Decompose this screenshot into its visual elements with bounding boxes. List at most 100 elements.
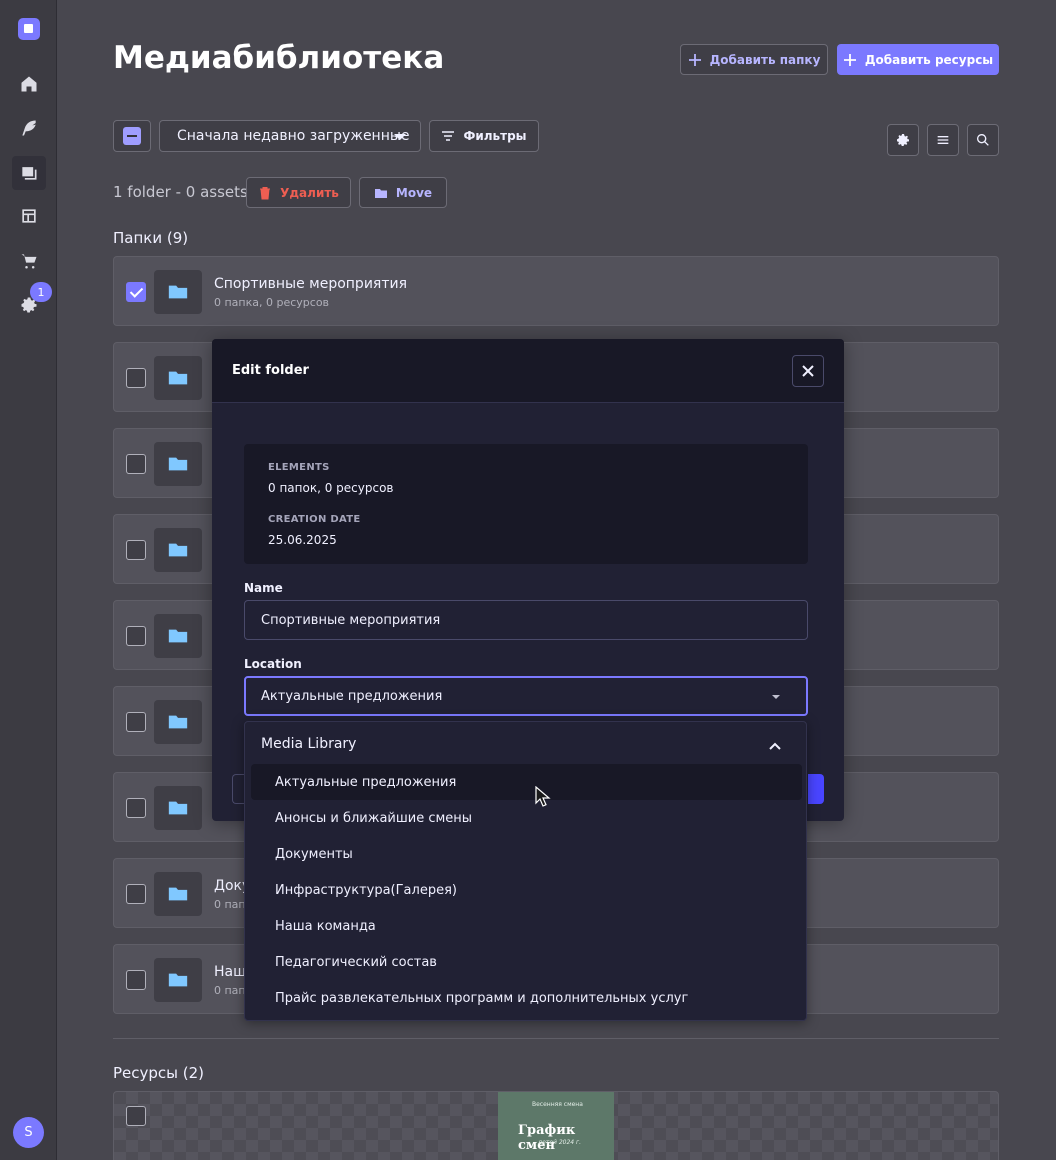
search-button[interactable]	[967, 124, 999, 156]
folder-checkbox[interactable]	[126, 626, 146, 646]
trash-icon	[260, 186, 271, 199]
list-icon	[937, 136, 949, 144]
asset-thumbnail[interactable]: Весенняя смена График смен детей 2024 г.	[498, 1092, 614, 1160]
dropdown-option[interactable]: Инфраструктура(Галерея)	[251, 872, 802, 908]
folders-section-title: Папки (9)	[113, 229, 189, 247]
delete-button[interactable]: Удалить	[246, 177, 351, 208]
sort-select[interactable]: Сначала недавно загруженные	[159, 120, 421, 152]
folder-thumbnail	[154, 442, 202, 486]
dropdown-option[interactable]: Педагогический состав	[251, 944, 802, 980]
user-avatar[interactable]: S	[13, 1117, 44, 1148]
chevron-up-icon[interactable]	[768, 738, 782, 752]
folder-icon	[374, 188, 387, 198]
home-icon[interactable]	[12, 67, 46, 101]
folder-thumbnail	[154, 700, 202, 744]
dropdown-option[interactable]: Актуальные предложения	[251, 764, 802, 800]
folder-row[interactable]: Спортивные мероприятия 0 папка, 0 ресурсо…	[113, 256, 999, 326]
caret-down-icon	[772, 695, 780, 699]
sidebar: 1 S	[0, 0, 57, 1160]
dropdown-option[interactable]: Документы	[251, 836, 802, 872]
media-library-icon[interactable]	[12, 156, 46, 190]
select-all-checkbox[interactable]	[113, 120, 151, 152]
folder-icon	[167, 883, 189, 905]
save-button[interactable]	[808, 774, 824, 804]
move-label: Move	[395, 185, 433, 200]
folder-thumbnail	[154, 356, 202, 400]
folder-thumbnail	[154, 872, 202, 916]
folder-checkbox[interactable]	[126, 282, 146, 302]
cart-icon[interactable]	[12, 244, 46, 278]
folder-icon	[167, 969, 189, 991]
location-field-label: Location	[244, 657, 302, 671]
folder-icon	[167, 711, 189, 733]
folder-icon	[167, 625, 189, 647]
app-logo[interactable]	[18, 18, 40, 40]
notification-badge: 1	[30, 282, 52, 302]
add-folder-button[interactable]: Добавить папку	[680, 44, 828, 75]
creation-date-value: 25.06.2025	[268, 533, 337, 547]
search-icon	[977, 134, 989, 146]
dialog-title: Edit folder	[232, 363, 309, 378]
mouse-cursor-icon	[535, 786, 551, 807]
feather-icon[interactable]	[12, 111, 46, 145]
folder-checkbox[interactable]	[126, 540, 146, 560]
list-view-button[interactable]	[927, 124, 959, 156]
dropdown-option[interactable]: Наша команда	[251, 908, 802, 944]
elements-label: ELEMENTS	[268, 462, 330, 473]
folder-icon	[167, 281, 189, 303]
delete-label: Удалить	[280, 185, 339, 200]
folder-checkbox[interactable]	[126, 884, 146, 904]
move-button[interactable]: Move	[359, 177, 447, 208]
page-title: Медиабиблиотека	[113, 40, 445, 76]
folder-info-box: ELEMENTS 0 папок, 0 ресурсов CREATION DA…	[244, 444, 808, 564]
asset-thumb-subtitle: детей 2024 г.	[538, 1139, 582, 1146]
layout-icon[interactable]	[12, 199, 46, 233]
asset-thumb-small-text: Весенняя смена	[532, 1101, 583, 1108]
close-button[interactable]	[792, 355, 824, 387]
folder-icon	[167, 453, 189, 475]
caret-down-icon	[394, 134, 406, 140]
folder-icon	[167, 367, 189, 389]
folder-thumbnail	[154, 528, 202, 572]
filters-label: Фильтры	[463, 129, 527, 143]
folder-meta: 0 пап	[214, 984, 246, 997]
location-select-value: Актуальные предложения	[261, 688, 443, 704]
location-dropdown: Media Library Актуальные предложения Анон…	[244, 721, 807, 1021]
divider	[113, 1038, 999, 1039]
folder-checkbox[interactable]	[126, 454, 146, 474]
assets-section-title: Ресурсы (2)	[113, 1064, 205, 1082]
elements-value: 0 папок, 0 ресурсов	[268, 481, 394, 495]
folder-thumbnail	[154, 614, 202, 658]
location-select[interactable]: Актуальные предложения	[244, 676, 808, 716]
name-field-label: Name	[244, 581, 283, 595]
folder-checkbox[interactable]	[126, 970, 146, 990]
folder-thumbnail	[154, 270, 202, 314]
settings-button[interactable]	[887, 124, 919, 156]
close-icon	[802, 365, 814, 377]
folder-meta: 0 пап	[214, 898, 246, 911]
folder-thumbnail	[154, 786, 202, 830]
add-folder-label: Добавить папку	[709, 52, 821, 67]
folder-meta: 0 папка, 0 ресурсов	[214, 296, 330, 309]
filter-icon	[442, 131, 455, 141]
asset-thumb-title: График смен	[518, 1123, 576, 1153]
folder-checkbox[interactable]	[126, 798, 146, 818]
name-input[interactable]: Спортивные мероприятия	[244, 600, 808, 640]
dropdown-option[interactable]: Анонсы и ближайшие смены	[251, 800, 802, 836]
filters-button[interactable]: Фильтры	[429, 120, 539, 152]
folder-icon	[167, 797, 189, 819]
dropdown-root-label[interactable]: Media Library	[261, 736, 356, 752]
plus-icon	[688, 53, 701, 66]
gear-icon	[897, 134, 909, 146]
selection-count: 1 folder - 0 assets	[113, 183, 248, 201]
folder-checkbox[interactable]	[126, 368, 146, 388]
add-assets-button[interactable]: Добавить ресурсы	[837, 44, 999, 75]
dialog-header: Edit folder	[212, 339, 844, 403]
dropdown-option[interactable]: Прайс развлекательных программ и дополни…	[251, 980, 802, 1016]
asset-card[interactable]: Весенняя смена График смен детей 2024 г.	[113, 1091, 999, 1160]
folder-icon	[167, 539, 189, 561]
asset-checkbox[interactable]	[126, 1106, 146, 1126]
folder-checkbox[interactable]	[126, 712, 146, 732]
plus-icon	[843, 53, 856, 66]
add-assets-label: Добавить ресурсы	[864, 52, 994, 67]
